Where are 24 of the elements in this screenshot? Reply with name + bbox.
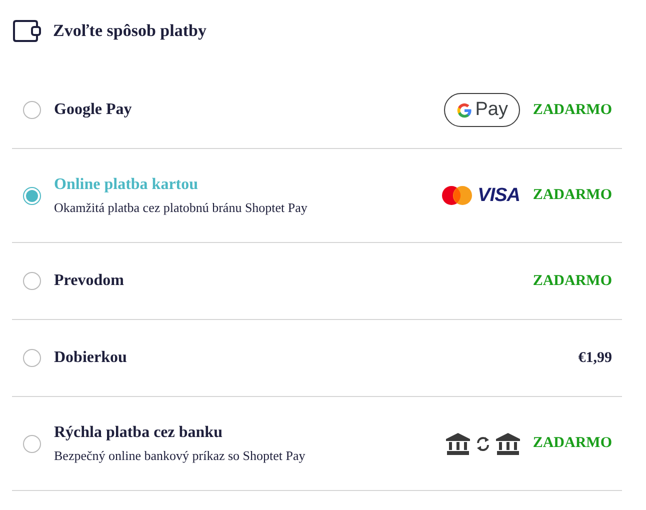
price: €1,99 (577, 350, 612, 366)
price: ZADARMO (532, 272, 612, 290)
payment-method-name[interactable]: Dobierkou (54, 349, 520, 367)
bank-icon (446, 432, 470, 454)
mastercard-logo-icon (442, 186, 472, 205)
google-pay-badge: Pay (444, 93, 520, 127)
radio-button[interactable] (23, 101, 41, 119)
payment-method-name[interactable]: Google Pay (54, 101, 444, 119)
visa-logo: VISA (478, 184, 520, 206)
price: ZADARMO (532, 187, 612, 204)
radio-button[interactable] (23, 272, 41, 290)
section-title: Zvoľte spôsob platby (53, 21, 206, 41)
price: ZADARMO (532, 102, 612, 118)
price: ZADARMO (532, 435, 612, 452)
radio-button[interactable] (23, 434, 41, 452)
bank-icon (496, 432, 520, 454)
radio-button[interactable] (23, 349, 41, 367)
sync-icon (476, 436, 490, 452)
payment-method-description: Okamžitá platba cez platobnú bránu Shoptet Pay (54, 200, 308, 216)
radio-button[interactable] (23, 186, 41, 204)
payment-method-name[interactable]: Prevodom (54, 272, 520, 290)
payment-method-name[interactable]: Rýchla platba cez banku (54, 424, 446, 442)
payment-method-description: Bezpečný online bankový príkaz so Shoptet Pay (54, 448, 306, 464)
wallet-icon (12, 20, 41, 42)
